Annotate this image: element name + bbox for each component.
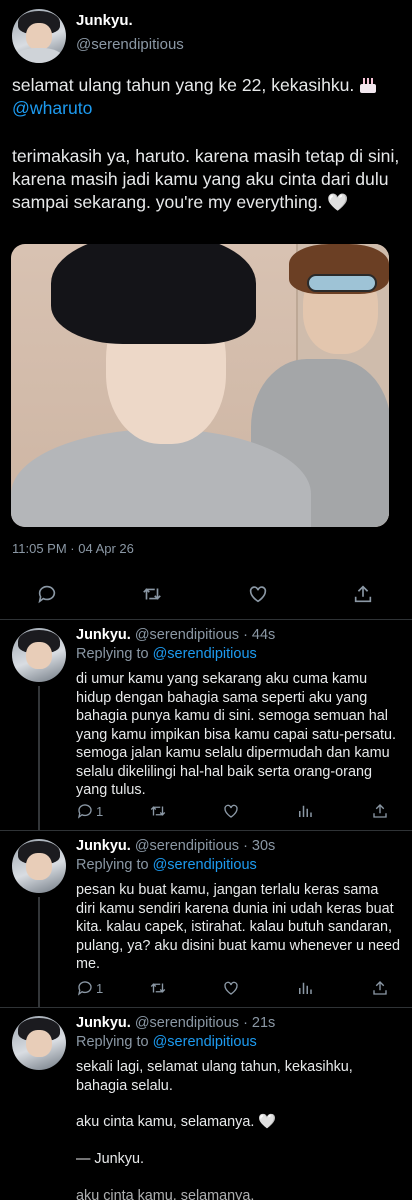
reply-time[interactable]: · 21s (243, 1015, 275, 1031)
reply-count: 1 (96, 980, 104, 996)
retweet-icon[interactable] (138, 580, 166, 608)
mention-link[interactable]: @serendipitious (153, 646, 257, 662)
mention-link[interactable]: @wharuto (12, 98, 92, 118)
white-heart-icon: 🤍 (327, 193, 349, 212)
reply-header: Junkyu. @serendipitious · 21s (76, 1015, 275, 1031)
reply-tweet[interactable]: Junkyu. @serendipitious · 30s Replying t… (0, 831, 412, 1007)
author-handle[interactable]: @serendipitious (135, 627, 239, 643)
author-handle[interactable]: @serendipitious (76, 36, 184, 53)
replying-to: Replying to @serendipitious (76, 1034, 257, 1050)
reply-tweet[interactable]: Junkyu. @serendipitious · 21s Replying t… (0, 1008, 412, 1200)
reply-signature: — Junkyu. (76, 1150, 144, 1167)
tweet-timestamp[interactable]: 11:05 PM · 04 Apr 26 (12, 541, 134, 556)
replying-label: Replying to (76, 646, 149, 662)
reply-text: sekali lagi, selamat ulang tahun, kekasi… (76, 1058, 400, 1168)
reply-paragraph: aku cinta kamu, selamanya. 🤍 (76, 1114, 277, 1130)
reply-button[interactable]: 1 (76, 800, 103, 822)
tweet-actions (0, 580, 412, 608)
reply-actions: 1 (76, 800, 396, 822)
share-icon[interactable] (349, 580, 377, 608)
like-icon[interactable] (222, 800, 240, 822)
author-handle[interactable]: @serendipitious (135, 1015, 239, 1031)
tweet-photo[interactable] (11, 244, 389, 527)
retweet-icon[interactable] (148, 977, 168, 999)
reply-time[interactable]: · 44s (243, 627, 275, 643)
like-icon[interactable] (222, 977, 240, 999)
reply-text: pesan ku buat kamu, jangan terlalu keras… (76, 881, 400, 974)
author-name[interactable]: Junkyu. (76, 627, 131, 643)
author-handle[interactable]: @serendipitious (135, 838, 239, 854)
reply-time[interactable]: · 30s (243, 838, 275, 854)
author-name[interactable]: Junkyu. (76, 12, 133, 29)
reply-tweet[interactable]: Junkyu. @serendipitious · 44s Replying t… (0, 620, 412, 830)
analytics-icon[interactable] (296, 800, 314, 822)
reply-paragraph: pesan ku buat kamu, jangan terlalu keras… (76, 882, 401, 972)
author-name[interactable]: Junkyu. (76, 1015, 131, 1031)
share-icon[interactable] (371, 800, 389, 822)
avatar[interactable] (12, 628, 66, 682)
reply-text: di umur kamu yang sekarang aku cuma kamu… (76, 670, 400, 800)
tweet-text-line1: selamat ulang tahun yang ke 22, kekasihk… (12, 75, 355, 95)
mention-link[interactable]: @serendipitious (153, 1034, 257, 1050)
tweet-text: selamat ulang tahun yang ke 22, kekasihk… (12, 74, 404, 214)
thread-line (38, 897, 40, 1007)
birthday-cake-icon (359, 77, 377, 93)
avatar[interactable] (12, 1016, 66, 1070)
reply-icon[interactable] (33, 580, 61, 608)
reply-icon (77, 804, 92, 819)
replying-to: Replying to @serendipitious (76, 857, 257, 873)
replying-label: Replying to (76, 857, 149, 873)
reply-header: Junkyu. @serendipitious · 44s (76, 627, 275, 643)
analytics-icon[interactable] (296, 977, 314, 999)
replying-label: Replying to (76, 1034, 149, 1050)
author-name[interactable]: Junkyu. (76, 838, 131, 854)
thread-line (38, 686, 40, 830)
replying-to: Replying to @serendipitious (76, 646, 257, 662)
reply-icon (77, 981, 92, 996)
like-icon[interactable] (244, 580, 272, 608)
avatar[interactable] (12, 839, 66, 893)
reply-paragraph: sekali lagi, selamat ulang tahun, kekasi… (76, 1059, 353, 1094)
reply-paragraph: di umur kamu yang sekarang aku cuma kamu… (76, 671, 396, 798)
reply-header: Junkyu. @serendipitious · 30s (76, 838, 275, 854)
cut-off-text: aku cinta kamu, selamanya. (76, 1188, 255, 1200)
retweet-icon[interactable] (148, 800, 168, 822)
reply-button[interactable]: 1 (76, 977, 103, 999)
mention-link[interactable]: @serendipitious (153, 857, 257, 873)
main-tweet: Junkyu. @serendipitious selamat ulang ta… (0, 0, 412, 620)
reply-actions: 1 (76, 977, 396, 999)
reply-count: 1 (96, 803, 104, 819)
share-icon[interactable] (371, 977, 389, 999)
avatar[interactable] (12, 9, 66, 63)
